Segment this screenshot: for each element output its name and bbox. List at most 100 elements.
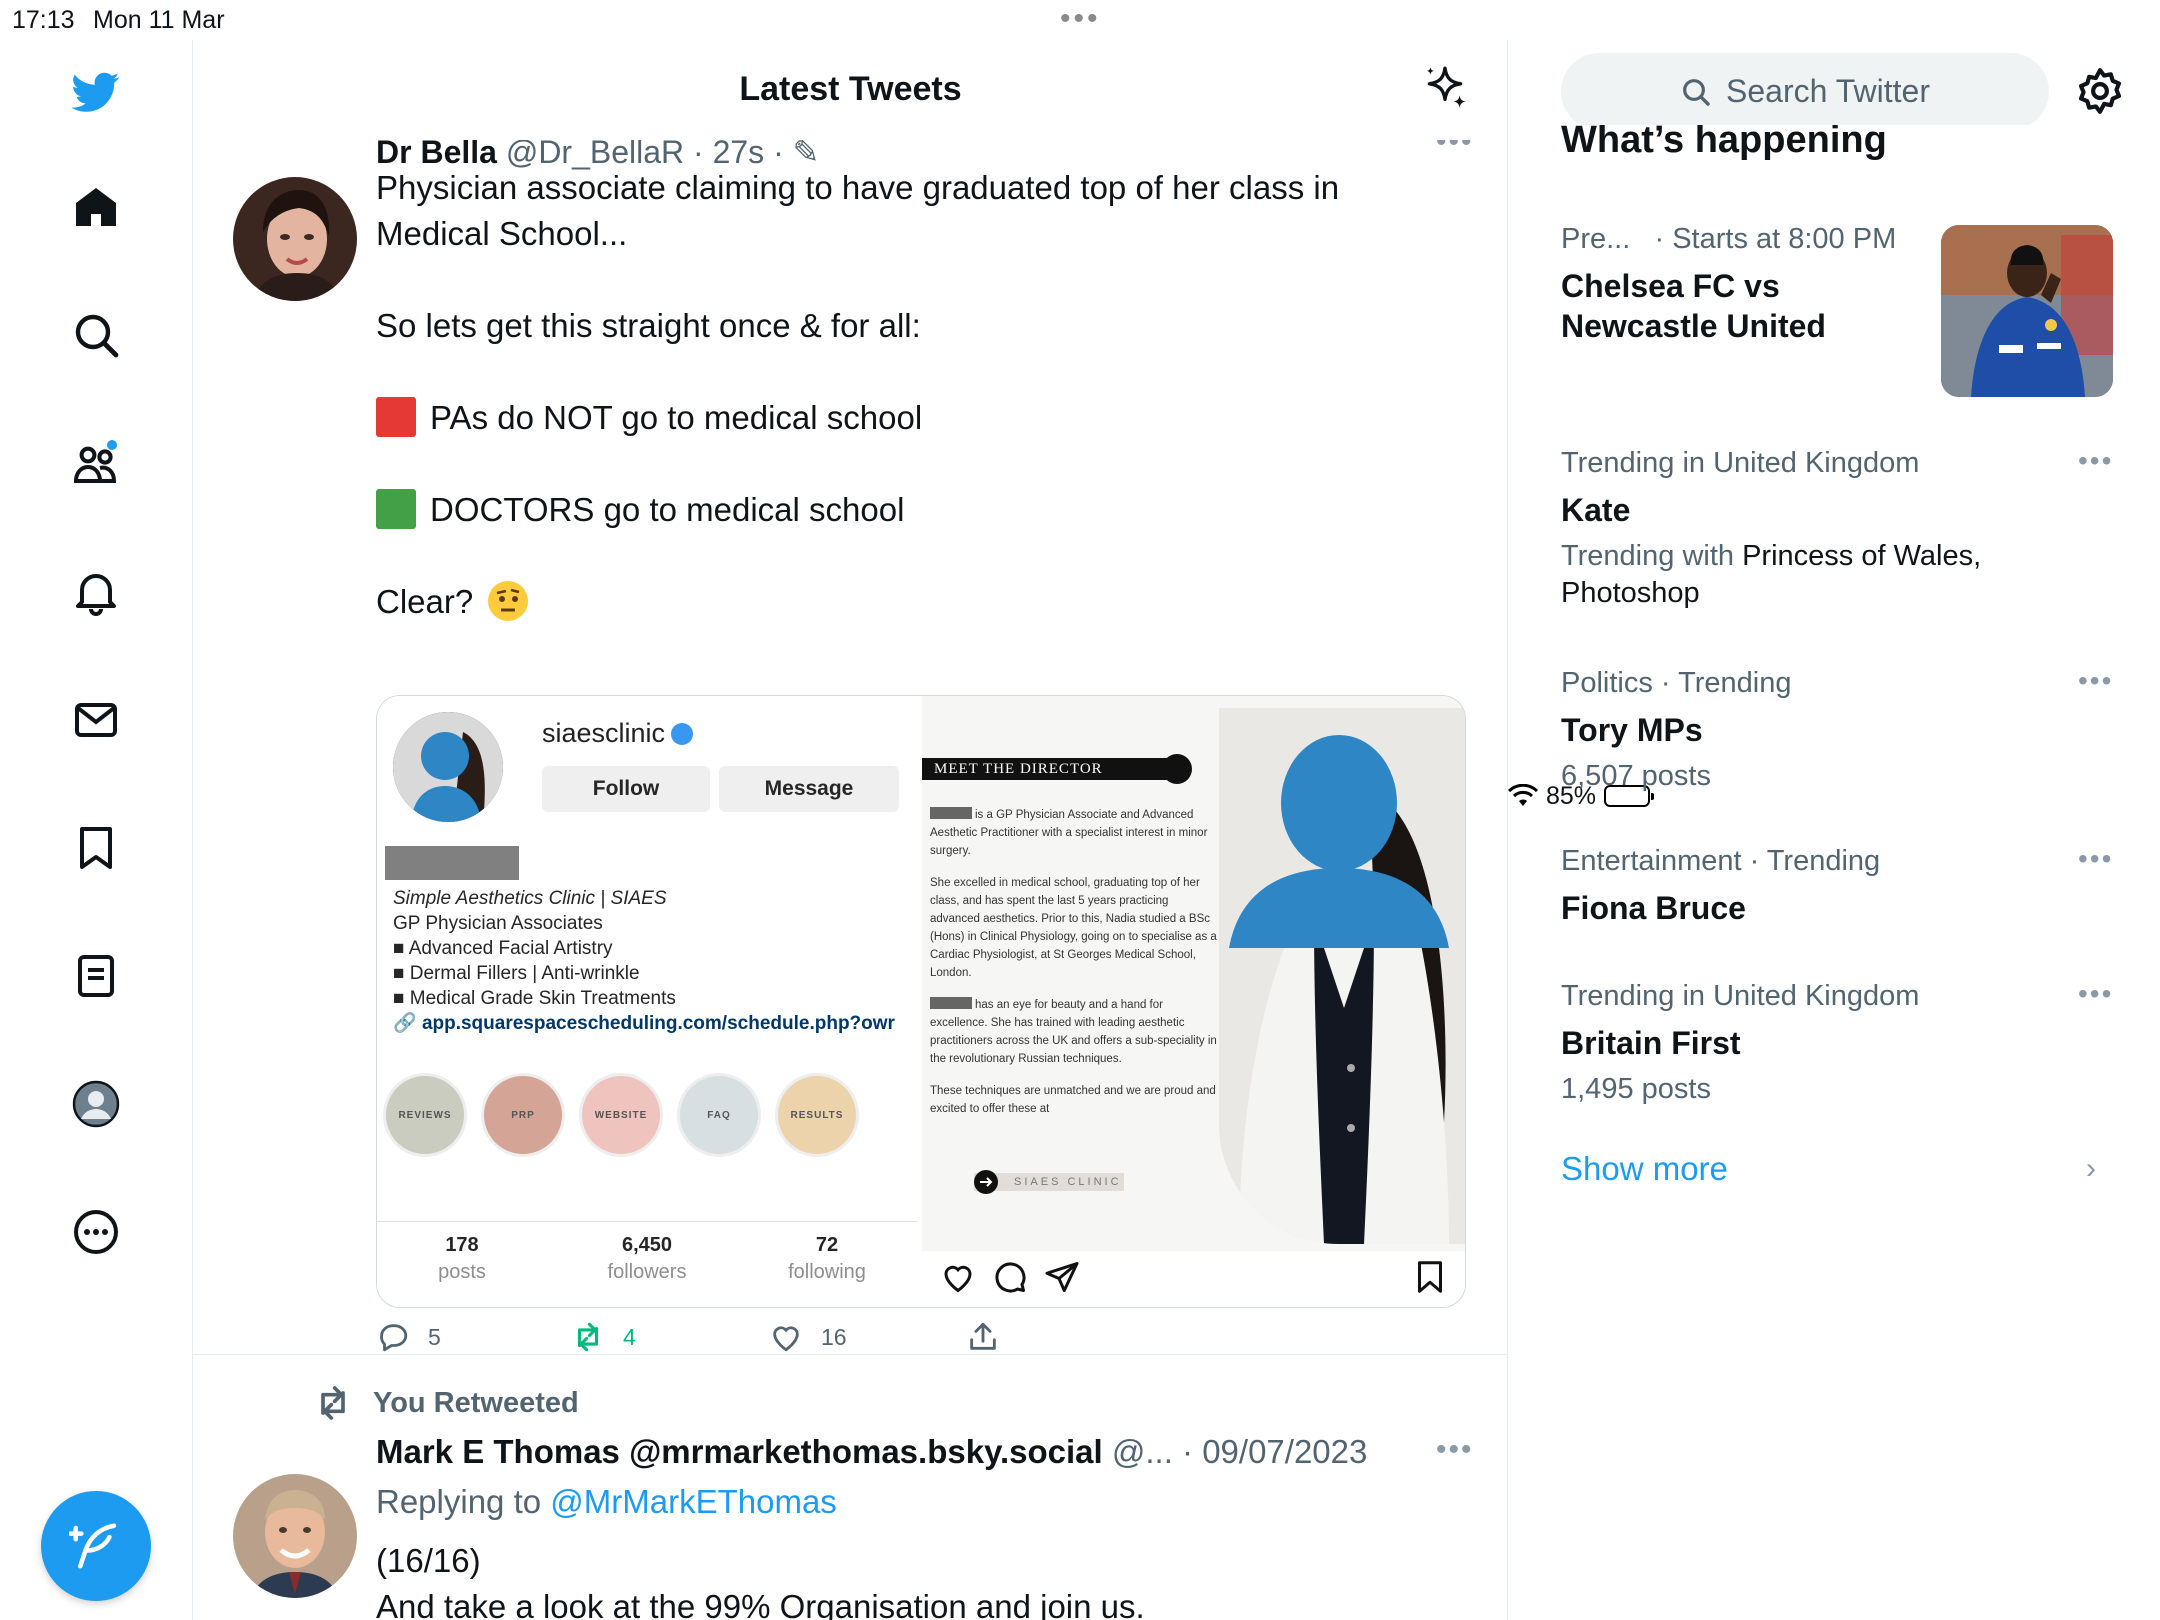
profile-avatar-icon[interactable] xyxy=(66,1074,126,1134)
author-name[interactable]: Mark E Thomas @mrmarkethomas.bsky.social xyxy=(376,1433,1103,1470)
twitter-logo-icon[interactable] xyxy=(66,62,126,122)
multitask-dots-icon[interactable]: ••• xyxy=(1060,2,1101,36)
heart-icon xyxy=(944,1265,972,1293)
trend-more-icon[interactable]: ••• xyxy=(2078,978,2113,1010)
bio-line: Simple Aesthetics Clinic | SIAES xyxy=(393,888,667,909)
heart-icon xyxy=(773,1326,799,1352)
reply-count: 5 xyxy=(428,1323,441,1350)
ig-post-actions xyxy=(922,1251,1465,1307)
ig-highlight: REVIEWS xyxy=(383,1073,467,1157)
ig-highlight: WEBSITE xyxy=(579,1073,663,1157)
trend-item[interactable]: Entertainment · Trending Fiona Bruce xyxy=(1561,845,2121,928)
author-avatar[interactable] xyxy=(233,177,357,301)
trend-meta: Trending in United Kingdom xyxy=(1561,980,1920,1012)
author-handle-time: @... · 09/07/2023 xyxy=(1102,1433,1368,1470)
director-description: is a GP Physician Associate and Advanced… xyxy=(930,807,1217,1115)
red-square-emoji xyxy=(376,397,416,437)
bio-line: GP Physician Associates xyxy=(393,913,603,934)
home-icon[interactable] xyxy=(66,177,126,237)
share-button[interactable] xyxy=(966,1320,1000,1354)
tweet-line: And take a look at the 99% Organisation … xyxy=(376,1588,1145,1620)
messages-envelope-icon[interactable] xyxy=(66,690,126,750)
trend-meta: Politics · Trending xyxy=(1561,667,1792,699)
notifications-bell-icon[interactable] xyxy=(66,562,126,622)
retweet-button[interactable]: 4 xyxy=(571,1320,636,1354)
trend-sub: 1,495 posts xyxy=(1561,1073,1711,1105)
reply-mention-link[interactable]: @MrMarkEThomas xyxy=(550,1483,837,1520)
left-nav xyxy=(0,40,193,1620)
retweet-icon xyxy=(321,1386,345,1420)
raised-eyebrow-emoji xyxy=(488,581,529,621)
trend-item[interactable]: Trending in United Kingdom Britain First… xyxy=(1561,980,2121,1108)
like-button[interactable]: 16 xyxy=(769,1320,847,1354)
show-more-link[interactable]: Show more xyxy=(1561,1150,1728,1188)
tweet[interactable]: Dr Bella @Dr_BellaR · 27s · ✎ ••• Physic… xyxy=(193,125,1507,1355)
settings-gear-icon[interactable] xyxy=(2075,66,2125,116)
ig-stat: 6,450 followers xyxy=(607,1234,687,1283)
communities-icon[interactable] xyxy=(66,433,126,493)
tweet-actions: 5 4 16 xyxy=(376,1320,1476,1360)
trend-more-icon[interactable]: ••• xyxy=(2078,665,2113,697)
tweet[interactable]: You Retweeted Mark E Thomas @mrmarkethom… xyxy=(193,1358,1507,1620)
ig-highlight: PRP xyxy=(481,1073,565,1157)
tweet-line-doctors: DOCTORS go to medical school xyxy=(376,487,1436,533)
trend-item[interactable]: Politics · Trending Tory MPs 6,507 posts xyxy=(1561,667,2121,795)
green-square-emoji xyxy=(376,489,416,529)
search-bar[interactable]: Search Twitter xyxy=(1561,53,2049,130)
ig-follow-button: Follow xyxy=(542,766,710,812)
retweet-count: 4 xyxy=(623,1323,636,1350)
ig-username: siaesclinic xyxy=(542,718,694,749)
tweet-line-clear: Clear? xyxy=(376,579,1436,625)
ig-bio: Simple Aesthetics Clinic | SIAES GP Phys… xyxy=(393,886,913,1036)
bio-link: 🔗 app.squarespacescheduling.com/schedule… xyxy=(393,1013,895,1034)
trend-title: Chelsea FC vs Newcastle United xyxy=(1561,268,1826,344)
trend-title: Fiona Bruce xyxy=(1561,890,1746,926)
tweet-line: (16/16) xyxy=(376,1542,481,1579)
ig-stats: 178 posts 6,450 followers 72 following xyxy=(377,1221,917,1307)
lists-icon[interactable] xyxy=(66,946,126,1006)
meet-director-banner: MEET THE DIRECTOR xyxy=(922,758,1172,780)
tweet-header: Mark E Thomas @mrmarkethomas.bsky.social… xyxy=(376,1433,1367,1471)
search-icon xyxy=(1683,78,1710,106)
bookmarks-icon[interactable] xyxy=(66,818,126,878)
status-date: Mon 11 Mar xyxy=(93,6,225,34)
verified-badge-icon xyxy=(671,723,694,745)
chevron-right-icon[interactable]: › xyxy=(2086,1152,2096,1186)
reply-icon xyxy=(380,1324,408,1352)
ig-stat: 72 following xyxy=(788,1234,866,1283)
compose-tweet-button[interactable] xyxy=(41,1491,151,1601)
reply-button[interactable]: 5 xyxy=(376,1320,441,1354)
ig-message-button: Message xyxy=(719,766,899,812)
main-timeline: Latest Tweets Dr Bella @Dr_BellaR · 27s … xyxy=(193,40,1508,1620)
tweet-line: So lets get this straight once & for all… xyxy=(376,307,921,344)
compose-feather-icon xyxy=(69,1523,117,1569)
trend-item-event[interactable]: Pre... · Starts at 8:00 PM Chelsea FC vs… xyxy=(1561,223,1931,346)
instagram-post-screenshot: MEET THE DIRECTOR is a GP Physician Asso… xyxy=(922,696,1465,1307)
status-bar: 17:13 Mon 11 Mar ••• 85% xyxy=(0,0,2160,810)
timeline-header: Latest Tweets xyxy=(193,40,1507,140)
tweet-line-pas: PAs do NOT go to medical school xyxy=(376,395,1436,441)
arrow-circle-icon xyxy=(974,1170,998,1194)
search-placeholder: Search Twitter xyxy=(1726,73,1930,109)
tweet-more-icon[interactable]: ••• xyxy=(1436,1433,1474,1467)
explore-search-icon[interactable] xyxy=(66,305,126,365)
trend-item[interactable]: Trending in United Kingdom Kate Trending… xyxy=(1561,447,2121,612)
trend-more-icon[interactable]: ••• xyxy=(2078,843,2113,875)
page-title: Latest Tweets xyxy=(739,70,962,108)
tweet-media-image[interactable]: siaesclinic Follow Message Simple Aesthe… xyxy=(376,695,1466,1308)
more-options-icon[interactable] xyxy=(66,1202,126,1262)
author-avatar[interactable] xyxy=(233,1474,357,1598)
replying-to: Replying to @MrMarkEThomas xyxy=(376,1483,837,1520)
ig-highlight: RESULTS xyxy=(775,1073,859,1157)
trend-title: Britain First xyxy=(1561,1025,1741,1061)
retweeted-indicator: You Retweeted xyxy=(313,1383,579,1423)
trend-sub: Trending with Princess of Wales, Photosh… xyxy=(1561,540,1982,609)
trend-more-icon[interactable]: ••• xyxy=(2078,445,2113,477)
event-thumbnail[interactable] xyxy=(1941,225,2113,397)
sparkle-timeline-icon[interactable] xyxy=(1420,64,1470,114)
trend-title: Tory MPs xyxy=(1561,712,1703,748)
trend-sub: 6,507 posts xyxy=(1561,760,1711,792)
trend-meta: Pre... · Starts at 8:00 PM xyxy=(1561,223,1897,255)
share-paper-plane-icon xyxy=(1045,1262,1079,1292)
redacted-name-bar xyxy=(385,846,519,880)
